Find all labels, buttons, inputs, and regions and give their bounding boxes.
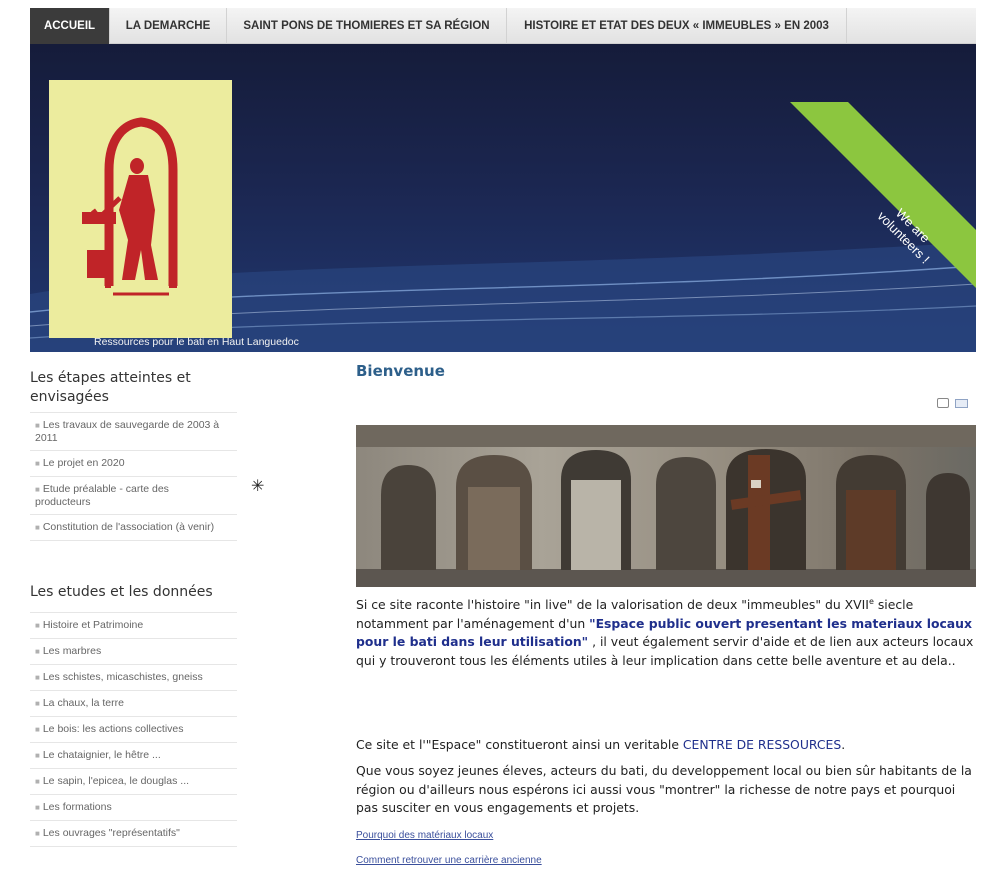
tab-accueil[interactable]: ACCUEIL [30, 8, 110, 44]
sidebar-item[interactable]: ■ La chaux, la terre [30, 690, 237, 716]
sidebar-item[interactable]: ■ Le bois: les actions collectives [30, 716, 237, 742]
sidebar-item[interactable]: ■ Les ouvrages "représentatifs" [30, 820, 237, 847]
bullet-icon: ■ [35, 523, 40, 532]
stonemason-icon [82, 117, 178, 296]
link-carriere-ancienne[interactable]: Comment retrouver une carrière ancienne [356, 855, 542, 866]
bullet-icon: ■ [35, 803, 40, 812]
top-navigation: ACCUEIL LA DEMARCHE SAINT PONS DE THOMIE… [30, 8, 976, 44]
bullet-icon: ■ [35, 459, 40, 468]
old-buildings-image [356, 425, 976, 587]
sidebar-item[interactable]: ■ Les marbres [30, 638, 237, 664]
sidebar-item[interactable]: ■ Les formations [30, 794, 237, 820]
link-materiaux-locaux[interactable]: Pourquoi des matériaux locaux [356, 830, 493, 841]
bullet-icon: ■ [35, 699, 40, 708]
centre-paragraph: Ce site et l'"Espace" constitueront ains… [356, 737, 846, 752]
bullet-icon: ■ [35, 421, 40, 430]
sidebar-heading-etapes: Les étapes atteintes et envisagées [30, 370, 191, 405]
page-title: Bienvenue [356, 362, 445, 380]
bullet-icon: ■ [35, 621, 40, 630]
tab-histoire[interactable]: HISTOIRE ET ETAT DES DEUX « IMMEUBLES » … [507, 8, 847, 44]
sidebar-item[interactable]: ■ Histoire et Patrimoine [30, 612, 237, 638]
sidebar-item[interactable]: ■ Le projet en 2020 [30, 450, 237, 476]
tab-saint-pons[interactable]: SAINT PONS DE THOMIERES ET SA RÉGION [227, 8, 507, 44]
intro-paragraph: Si ce site raconte l'histoire "in live" … [356, 597, 974, 668]
audience-paragraph: Que vous soyez jeunes éleves, acteurs du… [356, 763, 972, 815]
header-banner: We are volunteers ! Ressources pour le b… [30, 44, 976, 352]
sidebar-item[interactable]: ■ Le chataignier, le hêtre ... [30, 742, 237, 768]
bullet-icon: ■ [35, 485, 40, 494]
bullet-icon: ■ [35, 673, 40, 682]
asterisk-icon: ✳ [251, 478, 265, 495]
sidebar-item[interactable]: ■ Etude préalable - carte des producteurs… [30, 476, 264, 514]
site-logo[interactable] [49, 80, 232, 338]
sidebar-list-etapes: ■ Les travaux de sauvegarde de 2003 à 201… [30, 412, 264, 541]
sidebar-heading-etudes: Les etudes et les données [30, 584, 213, 600]
bullet-icon: ■ [35, 777, 40, 786]
bullet-icon: ■ [35, 647, 40, 656]
bullet-icon: ■ [35, 829, 40, 838]
street-photo [356, 425, 976, 587]
sidebar-item[interactable]: ■ Constitution de l'association (à venir) [30, 514, 237, 541]
sidebar-item[interactable]: ■ Les schistes, micaschistes, gneiss [30, 664, 237, 690]
sidebar-item[interactable]: ■ Les travaux de sauvegarde de 2003 à 201… [30, 412, 237, 450]
sidebar-item[interactable]: ■ Le sapin, l'epicea, le douglas ... [30, 768, 237, 794]
banner-tagline: Ressources pour le bati en Haut Languedo… [94, 336, 299, 348]
sidebar-list-etudes: ■ Histoire et Patrimoine ■ Les marbres ■ Le… [30, 612, 237, 847]
bullet-icon: ■ [35, 751, 40, 760]
bullet-icon: ■ [35, 725, 40, 734]
email-icon[interactable] [954, 399, 968, 408]
print-icon[interactable] [937, 398, 949, 408]
tab-la-demarche[interactable]: LA DEMARCHE [110, 8, 227, 44]
article-tools [937, 397, 968, 410]
